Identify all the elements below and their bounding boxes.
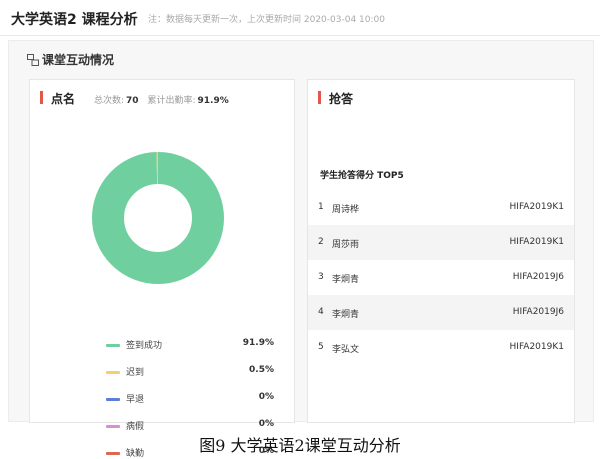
total-value: 70 <box>126 96 139 106</box>
title-accent-bar <box>318 91 321 104</box>
attendance-donut-chart <box>92 152 224 284</box>
legend-label: 早退 <box>126 395 145 405</box>
ranking-row: 3 李炯青 HIFA2019J6 <box>308 260 574 295</box>
student-name: 周诗桦 <box>332 205 360 215</box>
legend-value: 0% <box>258 419 274 429</box>
legend-swatch <box>106 344 120 347</box>
student-name: 周莎雨 <box>332 240 360 250</box>
legend-item[interactable]: 迟到 0.5% <box>96 365 286 392</box>
class-name: HIFA2019J6 <box>512 272 564 282</box>
legend-value: 91.9% <box>242 338 274 348</box>
title-accent-bar <box>40 91 43 104</box>
total-label: 总次数: <box>94 96 125 106</box>
ranking-row: 1 周诗桦 HIFA2019K1 <box>308 190 574 225</box>
course-title: 大学英语2 课程分析 <box>11 12 138 28</box>
section-title-text: 课堂互动情况 <box>42 53 115 67</box>
attendance-stats: 总次数: 70 累计出勤率: 91.9% <box>94 93 235 106</box>
class-name: HIFA2019K1 <box>509 202 564 212</box>
rush-ranking-list: 1 周诗桦 HIFA2019K1 2 周莎雨 HIFA2019K1 3 李炯青 HIFA2019… <box>308 190 574 365</box>
student-name: 李炯青 <box>332 310 360 320</box>
rank-number: 4 <box>318 307 324 317</box>
legend-value: 0.5% <box>249 365 274 375</box>
update-note: 注：数据每天更新一次，上次更新时间 2020-03-04 10:00 <box>148 15 385 25</box>
class-name: HIFA2019K1 <box>509 237 564 247</box>
class-name: HIFA2019J6 <box>512 307 564 317</box>
legend-swatch <box>106 425 120 428</box>
page-header: 大学英语2 课程分析 注：数据每天更新一次，上次更新时间 2020-03-04 … <box>0 0 600 36</box>
legend-item[interactable]: 签到成功 91.9% <box>96 338 286 365</box>
rush-answer-panel: 抢答 学生抢答得分 TOP5 1 周诗桦 HIFA2019K1 2 周莎雨 HIFA201… <box>307 79 575 423</box>
rush-title-text: 抢答 <box>329 92 354 106</box>
class-name: HIFA2019K1 <box>509 342 564 352</box>
legend-value: 0% <box>258 392 274 402</box>
legend-item[interactable]: 早退 0% <box>96 392 286 419</box>
legend-label: 病假 <box>126 422 145 432</box>
rate-value: 91.9% <box>197 96 229 106</box>
rush-subtitle: 学生抢答得分 TOP5 <box>320 171 404 181</box>
student-name: 李炯青 <box>332 275 360 285</box>
ranking-row: 2 周莎雨 HIFA2019K1 <box>308 225 574 260</box>
attendance-panel: 点名 总次数: 70 累计出勤率: 91.9% 签到成功 91.9% 迟到 0.5% 早退 0… <box>29 79 295 459</box>
rank-number: 5 <box>318 342 324 352</box>
student-name: 李弘文 <box>332 345 360 355</box>
rank-number: 1 <box>318 202 324 212</box>
interaction-icon <box>27 54 39 69</box>
rate-label: 累计出勤率: <box>147 96 196 106</box>
ranking-row: 4 李炯青 HIFA2019J6 <box>308 295 574 330</box>
legend-swatch <box>106 398 120 401</box>
ranking-row: 5 李弘文 HIFA2019K1 <box>308 330 574 365</box>
legend-swatch <box>106 371 120 374</box>
interaction-section: 课堂互动情况 点名 总次数: 70 累计出勤率: 91.9% 签到成功 91.9% 迟到… <box>8 40 594 459</box>
section-title: 课堂互动情况 <box>27 51 114 69</box>
legend-label: 签到成功 <box>126 341 163 351</box>
attendance-title-text: 点名 <box>51 92 76 106</box>
rank-number: 2 <box>318 237 324 247</box>
rank-number: 3 <box>318 272 324 282</box>
figure-caption: 图9 大学英语2课堂互动分析 <box>199 436 401 455</box>
legend-label: 迟到 <box>126 368 145 378</box>
